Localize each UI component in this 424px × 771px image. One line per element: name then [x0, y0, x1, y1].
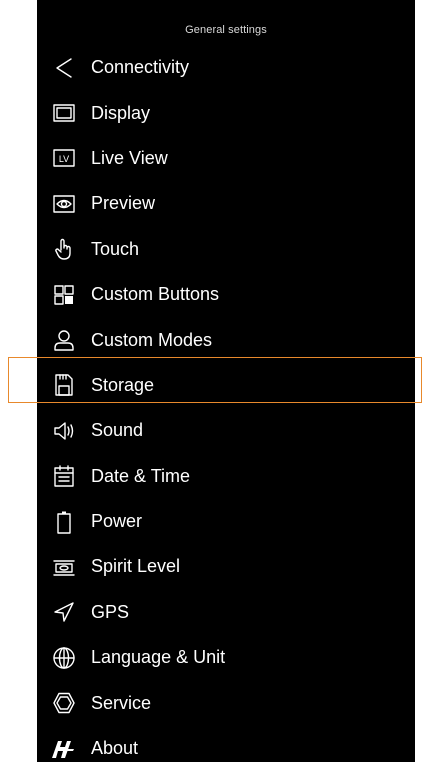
menu-item-connectivity[interactable]: Connectivity: [37, 45, 415, 90]
location-arrow-icon: [51, 599, 77, 625]
menu-item-label: Display: [91, 102, 151, 123]
share-icon: [51, 55, 77, 81]
user-icon: [51, 327, 77, 353]
menu-item-label: Storage: [91, 374, 155, 395]
menu-item-display[interactable]: Display: [37, 90, 415, 135]
speaker-icon: [51, 418, 77, 444]
menu-item-label: Connectivity: [91, 57, 190, 78]
calendar-icon: [51, 463, 77, 489]
menu-item-preview[interactable]: Preview: [37, 181, 415, 226]
hexagon-icon: [51, 690, 77, 716]
menu-item-label: About: [91, 738, 139, 759]
menu-item-storage[interactable]: Storage: [37, 363, 415, 408]
hand-pointer-icon: [51, 236, 77, 262]
menu-item-language-unit[interactable]: Language & Unit: [37, 635, 415, 680]
menu-item-label: Live View: [91, 147, 168, 168]
menu-item-custom-buttons[interactable]: Custom Buttons: [37, 272, 415, 317]
menu-item-touch[interactable]: Touch: [37, 227, 415, 272]
general-settings-screen: General settings Connectivity Display LV…: [37, 0, 415, 762]
display-icon: [51, 100, 77, 126]
menu-item-label: Spirit Level: [91, 556, 181, 577]
menu-item-about[interactable]: About: [37, 726, 415, 771]
menu-item-label: Touch: [91, 238, 140, 259]
menu-item-spirit-level[interactable]: Spirit Level: [37, 544, 415, 589]
menu-item-label: Custom Buttons: [91, 284, 220, 305]
menu-item-service[interactable]: Service: [37, 680, 415, 725]
menu-item-label: Preview: [91, 193, 156, 214]
eye-icon: [51, 191, 77, 217]
sd-card-icon: [51, 372, 77, 398]
menu-item-power[interactable]: Power: [37, 499, 415, 544]
grid-icon: [51, 282, 77, 308]
menu-item-label: Power: [91, 511, 143, 532]
menu-item-label: Custom Modes: [91, 329, 213, 350]
live-view-icon: LV: [51, 145, 77, 171]
settings-menu: Connectivity Display LV Live View Previe…: [37, 45, 415, 771]
globe-icon: [51, 645, 77, 671]
menu-item-sound[interactable]: Sound: [37, 408, 415, 453]
menu-item-date-time[interactable]: Date & Time: [37, 454, 415, 499]
page-title: General settings: [185, 24, 267, 36]
menu-item-label: Service: [91, 692, 152, 713]
menu-item-gps[interactable]: GPS: [37, 590, 415, 635]
svg-text:LV: LV: [59, 154, 69, 164]
level-icon: [51, 554, 77, 580]
battery-icon: [51, 509, 77, 535]
menu-item-custom-modes[interactable]: Custom Modes: [37, 317, 415, 362]
menu-item-label: Language & Unit: [91, 647, 226, 668]
menu-item-label: GPS: [91, 601, 130, 622]
menu-item-live-view[interactable]: LV Live View: [37, 136, 415, 181]
menu-item-label: Sound: [91, 420, 144, 441]
menu-item-label: Date & Time: [91, 465, 191, 486]
hasselblad-logo-icon: [51, 736, 77, 762]
